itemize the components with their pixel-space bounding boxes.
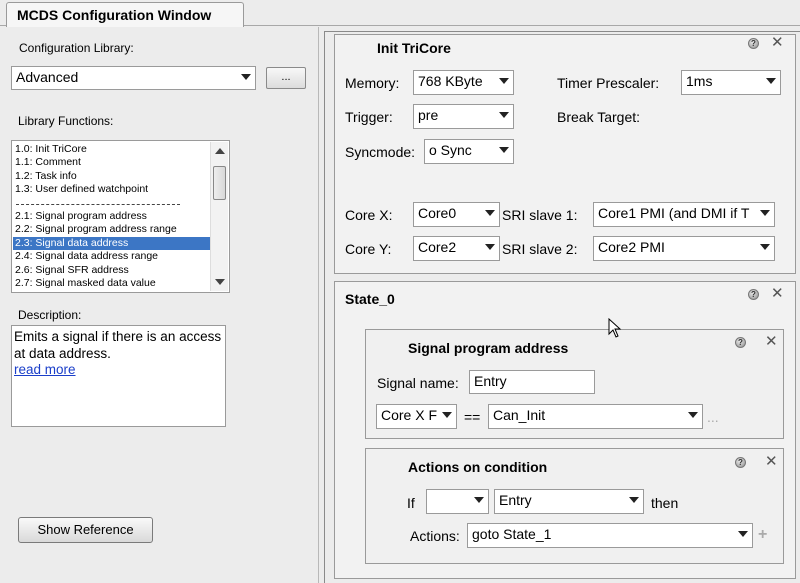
more-options-icon[interactable]: ... bbox=[707, 409, 719, 425]
actions-select[interactable]: goto State_1 bbox=[467, 523, 753, 548]
chevron-down-icon bbox=[499, 78, 509, 84]
list-item[interactable]: 1.3: User defined watchpoint bbox=[13, 183, 210, 196]
help-icon[interactable]: ? bbox=[748, 38, 759, 49]
sri-slave-2-value: Core2 PMI bbox=[598, 239, 665, 255]
close-icon[interactable]: ✕ bbox=[765, 454, 778, 469]
signal-name-input[interactable]: Entry bbox=[469, 370, 595, 394]
tab-strip: MCDS Configuration Window bbox=[0, 0, 800, 27]
if-select[interactable] bbox=[426, 489, 489, 514]
address-value: Can_Init bbox=[493, 407, 546, 423]
init-tricore-title: Init TriCore bbox=[377, 40, 451, 56]
mouse-cursor-icon bbox=[608, 318, 622, 338]
close-icon[interactable]: ✕ bbox=[771, 35, 784, 50]
list-item[interactable]: 1.0: Init TriCore bbox=[13, 143, 210, 156]
list-item[interactable]: 2.4: Signal data address range bbox=[13, 250, 210, 263]
scroll-thumb[interactable] bbox=[213, 166, 226, 200]
chevron-down-icon bbox=[241, 74, 251, 80]
sri-slave-1-select[interactable]: Core1 PMI (and DMI if T bbox=[593, 202, 775, 227]
syncmode-label: Syncmode: bbox=[345, 144, 416, 160]
list-item[interactable]: 2.6: Signal SFR address bbox=[13, 264, 210, 277]
list-item[interactable]: 1.2: Task info bbox=[13, 170, 210, 183]
scroll-down-icon[interactable] bbox=[215, 279, 225, 285]
add-action-icon[interactable]: + bbox=[758, 526, 767, 544]
then-label: then bbox=[651, 495, 679, 511]
address-select[interactable]: Can_Init bbox=[488, 404, 703, 429]
if-label: If bbox=[407, 495, 415, 511]
sri-slave-1-label: SRI slave 1: bbox=[502, 207, 578, 223]
operator-label: == bbox=[464, 409, 481, 425]
chevron-down-icon bbox=[442, 412, 452, 418]
trigger-select[interactable]: pre bbox=[413, 104, 514, 129]
help-icon[interactable]: ? bbox=[735, 337, 746, 348]
chevron-down-icon bbox=[766, 78, 776, 84]
config-library-value: Advanced bbox=[16, 69, 79, 85]
entry-select[interactable]: Entry bbox=[494, 489, 644, 514]
timer-prescaler-label: Timer Prescaler: bbox=[557, 75, 660, 91]
timer-prescaler-select[interactable]: 1ms bbox=[681, 70, 781, 95]
chevron-down-icon bbox=[499, 112, 509, 118]
sri-slave-2-select[interactable]: Core2 PMI bbox=[593, 236, 775, 261]
read-more-link[interactable]: read more bbox=[14, 362, 76, 377]
state-title: State_0 bbox=[345, 291, 395, 307]
list-separator bbox=[13, 197, 210, 210]
sri-slave-1-value: Core1 PMI (and DMI if T bbox=[598, 205, 750, 221]
library-functions-label: Library Functions: bbox=[18, 114, 114, 128]
list-item[interactable]: 2.7: Signal masked data value bbox=[13, 277, 210, 290]
core-x-select[interactable]: Core0 bbox=[413, 202, 500, 227]
actions-value: goto State_1 bbox=[472, 526, 552, 542]
help-icon[interactable]: ? bbox=[748, 289, 759, 300]
chevron-down-icon bbox=[485, 210, 495, 216]
list-item[interactable]: 1.1: Comment bbox=[13, 156, 210, 169]
syncmode-select[interactable]: o Sync bbox=[424, 139, 514, 164]
core-y-label: Core Y: bbox=[345, 241, 392, 257]
browse-button[interactable]: ... bbox=[266, 67, 306, 89]
trigger-label: Trigger: bbox=[345, 109, 393, 125]
list-item-selected[interactable]: 2.3: Signal data address bbox=[13, 236, 210, 251]
memory-select[interactable]: 768 KByte bbox=[413, 70, 514, 95]
chevron-down-icon bbox=[760, 210, 770, 216]
entry-value: Entry bbox=[499, 492, 532, 508]
actions-title: Actions on condition bbox=[408, 459, 548, 475]
chevron-down-icon bbox=[474, 497, 484, 503]
description-text: Emits a signal if there is an access at … bbox=[14, 329, 222, 361]
config-library-label: Configuration Library: bbox=[19, 41, 134, 55]
help-icon[interactable]: ? bbox=[735, 457, 746, 468]
close-icon[interactable]: ✕ bbox=[765, 334, 778, 349]
list-item[interactable]: 2.2: Signal program address range bbox=[13, 223, 210, 236]
chevron-down-icon bbox=[738, 531, 748, 537]
chevron-down-icon bbox=[760, 244, 770, 250]
core-x-label: Core X: bbox=[345, 207, 393, 223]
core-select[interactable]: Core X F bbox=[376, 404, 457, 429]
signal-title: Signal program address bbox=[408, 340, 569, 356]
show-reference-button[interactable]: Show Reference bbox=[18, 517, 153, 543]
memory-label: Memory: bbox=[345, 75, 400, 91]
actions-label: Actions: bbox=[410, 528, 460, 544]
window-title-tab[interactable]: MCDS Configuration Window bbox=[6, 2, 244, 27]
break-target-label: Break Target: bbox=[557, 109, 641, 125]
list-scrollbar[interactable] bbox=[210, 142, 228, 291]
description-label: Description: bbox=[18, 308, 82, 322]
left-panel bbox=[0, 27, 318, 583]
list-item[interactable]: 2.1: Signal program address bbox=[13, 210, 210, 223]
chevron-down-icon bbox=[499, 147, 509, 153]
core-y-select[interactable]: Core2 bbox=[413, 236, 500, 261]
chevron-down-icon bbox=[629, 497, 639, 503]
scroll-up-icon[interactable] bbox=[215, 148, 225, 154]
library-functions-list[interactable]: 1.0: Init TriCore 1.1: Comment 1.2: Task… bbox=[11, 140, 230, 293]
sri-slave-2-label: SRI slave 2: bbox=[502, 241, 578, 257]
signal-name-label: Signal name: bbox=[377, 375, 459, 391]
description-box: Emits a signal if there is an access at … bbox=[11, 325, 226, 427]
close-icon[interactable]: ✕ bbox=[771, 286, 784, 301]
config-library-select[interactable]: Advanced bbox=[11, 66, 256, 90]
chevron-down-icon bbox=[485, 244, 495, 250]
chevron-down-icon bbox=[688, 412, 698, 418]
